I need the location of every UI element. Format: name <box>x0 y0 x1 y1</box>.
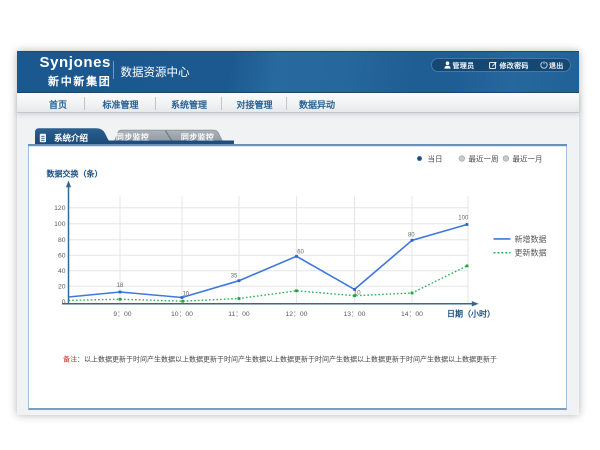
svg-text:100: 100 <box>458 216 469 222</box>
svg-text:80: 80 <box>58 237 66 244</box>
svg-text:60: 60 <box>58 253 66 260</box>
svg-text:新增数据: 新增数据 <box>515 234 547 244</box>
svg-text:35: 35 <box>231 274 238 280</box>
svg-text:100: 100 <box>54 221 66 228</box>
svg-text:数据交换（条）: 数据交换（条） <box>47 169 103 179</box>
svg-text:9：00: 9：00 <box>113 311 131 318</box>
svg-text:14：00: 14：00 <box>401 311 423 318</box>
svg-text:最近一月: 最近一月 <box>513 153 543 163</box>
svg-text:10：00: 10：00 <box>171 311 193 318</box>
svg-text:13：00: 13：00 <box>344 311 366 318</box>
svg-text:60: 60 <box>297 249 304 255</box>
svg-text:系统介绍: 系统介绍 <box>54 133 89 143</box>
svg-text:12：00: 12：00 <box>286 311 308 318</box>
svg-text:120: 120 <box>54 205 66 212</box>
svg-text:10: 10 <box>354 291 361 297</box>
svg-text:80: 80 <box>408 233 415 239</box>
svg-text:11：00: 11：00 <box>228 311 250 318</box>
svg-text:40: 40 <box>58 268 66 275</box>
svg-text:10: 10 <box>182 292 189 298</box>
svg-text:最近一周: 最近一周 <box>469 153 499 163</box>
svg-text:备注：以上数据更新于时间产生数据以上数据更新于时间产生数据以: 备注：以上数据更新于时间产生数据以上数据更新于时间产生数据以上数据更新于时间产生… <box>63 355 497 364</box>
svg-text:更新数据: 更新数据 <box>515 248 547 258</box>
svg-text:日期（小时）: 日期（小时） <box>447 308 495 318</box>
svg-text:0: 0 <box>62 299 66 306</box>
svg-text:当日: 当日 <box>428 153 443 163</box>
svg-text:18: 18 <box>117 283 124 289</box>
svg-text:20: 20 <box>58 284 66 291</box>
